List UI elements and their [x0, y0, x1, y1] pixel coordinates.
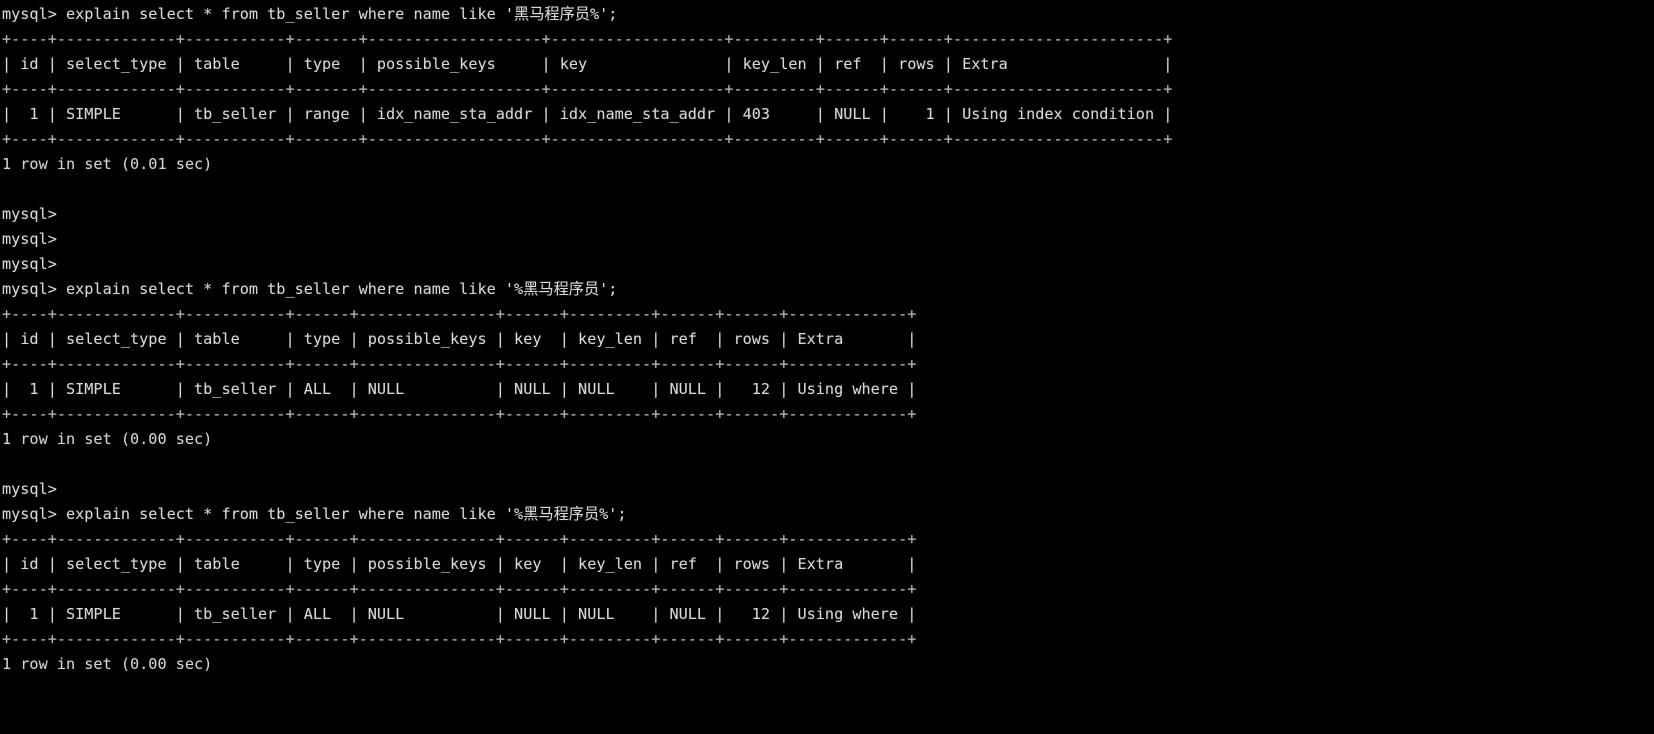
table-rule: +----+-------------+-----------+------+-… [2, 355, 917, 373]
cjk-text: 黑马程序员 [523, 505, 600, 523]
prompt-line: mysql> explain select * from tb_seller w… [2, 505, 627, 523]
table-rule: +----+-------------+-----------+-------+… [2, 130, 1173, 148]
status-line: 1 row in set (0.00 sec) [2, 430, 213, 448]
table-rule: +----+-------------+-----------+-------+… [2, 30, 1173, 48]
table-header-row: | id | select_type | table | type | poss… [2, 55, 1173, 73]
prompt-line: mysql> [2, 230, 57, 248]
table-rule: +----+-------------+-----------+-------+… [2, 80, 1173, 98]
table-header-row: | id | select_type | table | type | poss… [2, 555, 917, 573]
status-line: 1 row in set (0.01 sec) [2, 155, 213, 173]
cjk-text: 黑马程序员 [514, 5, 590, 23]
table-rule: +----+-------------+-----------+------+-… [2, 580, 917, 598]
table-rule: +----+-------------+-----------+------+-… [2, 405, 917, 423]
prompt-line: mysql> [2, 255, 57, 273]
status-line: 1 row in set (0.00 sec) [2, 655, 213, 673]
prompt-line: mysql> [2, 480, 57, 498]
table-header-row: | id | select_type | table | type | poss… [2, 330, 917, 348]
cjk-text: 黑马程序员 [523, 280, 600, 298]
table-rule: +----+-------------+-----------+------+-… [2, 530, 917, 548]
table-data-row: | 1 | SIMPLE | tb_seller | ALL | NULL | … [2, 380, 917, 398]
console-output[interactable]: mysql> explain select * from tb_seller w… [0, 0, 1654, 677]
prompt-line: mysql> explain select * from tb_seller w… [2, 280, 618, 298]
table-data-row: | 1 | SIMPLE | tb_seller | range | idx_n… [2, 105, 1173, 123]
table-data-row: | 1 | SIMPLE | tb_seller | ALL | NULL | … [2, 605, 917, 623]
prompt-line: mysql> explain select * from tb_seller w… [2, 5, 618, 23]
terminal-window[interactable]: mysql> explain select * from tb_seller w… [0, 0, 1654, 734]
table-rule: +----+-------------+-----------+------+-… [2, 630, 917, 648]
table-rule: +----+-------------+-----------+------+-… [2, 305, 917, 323]
prompt-line: mysql> [2, 205, 57, 223]
